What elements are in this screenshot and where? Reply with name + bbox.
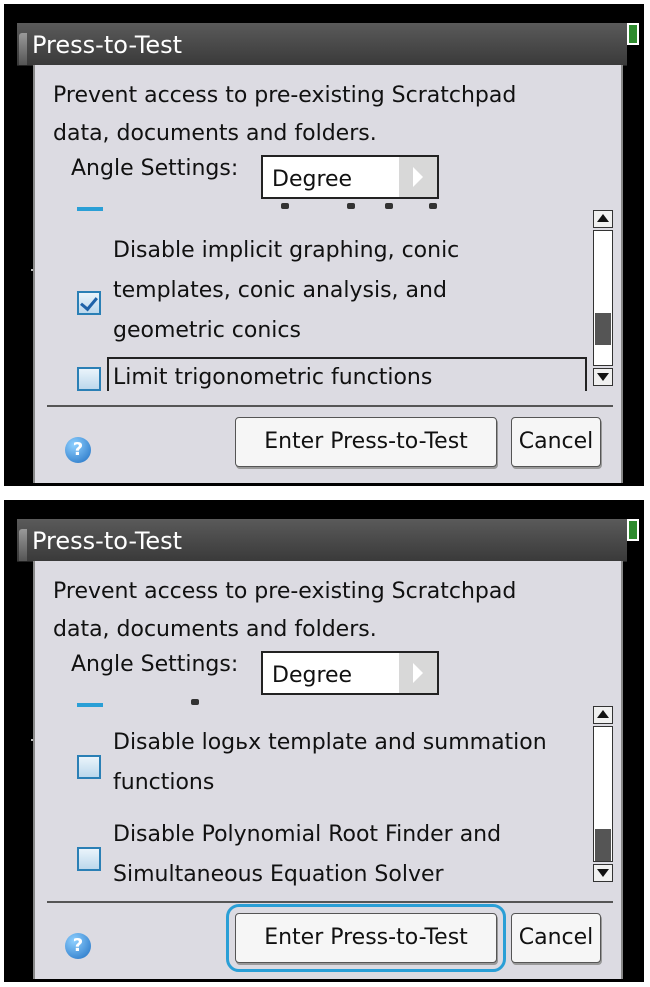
enter-press-to-test-button[interactable]: Enter Press-to-Test (226, 904, 506, 972)
scroll-track[interactable] (593, 726, 613, 862)
options-scrollbar[interactable] (593, 210, 613, 386)
angle-settings-select[interactable]: Degree (261, 651, 439, 695)
disable-polynomial-root-finder-label: Disable Polynomial Root Finder and Simul… (113, 822, 502, 887)
list-item-disable-implicit-graphing[interactable]: Disable implicit graphing, conic templat… (35, 231, 583, 355)
dialog-titlebar: Press-to-Test (17, 23, 627, 66)
scroll-track[interactable] (593, 230, 613, 366)
enter-press-to-test-button[interactable]: Enter Press-to-Test (235, 417, 497, 467)
scroll-thumb[interactable] (595, 313, 611, 345)
prevent-access-text: Prevent access to pre-existing Scratchpa… (53, 83, 517, 146)
arrow-up-icon (597, 710, 609, 718)
press-to-test-dialog: Prevent access to pre-existing Scratchpa… (33, 561, 623, 979)
angle-settings-label: Angle Settings: (71, 156, 239, 181)
window-tab-icon (19, 33, 27, 65)
scroll-thumb[interactable] (595, 829, 611, 861)
disable-polynomial-root-finder-checkbox[interactable] (77, 847, 101, 871)
screen-divider (0, 492, 650, 498)
limit-trig-functions-checkbox[interactable] (77, 367, 101, 391)
options-scrollbar[interactable] (593, 706, 613, 882)
partial-checkbox-above (77, 207, 103, 211)
angle-settings-value: Degree (272, 663, 353, 688)
disable-implicit-graphing-checkbox[interactable] (77, 291, 101, 315)
footer-separator (47, 405, 613, 407)
disable-implicit-graphing-label: Disable implicit graphing, conic templat… (113, 238, 460, 343)
arrow-down-icon (597, 373, 609, 381)
prevent-access-text: Prevent access to pre-existing Scratchpa… (53, 579, 517, 642)
press-to-test-screen-1: Press-to-Test Prevent access to pre-exis… (4, 4, 644, 486)
options-list[interactable]: Disable logьx template and summation fun… (35, 711, 625, 887)
options-list[interactable]: Disable implicit graphing, conic templat… (35, 215, 625, 391)
press-to-test-dialog: Prevent access to pre-existing Scratchpa… (33, 65, 623, 483)
footer-separator (47, 901, 613, 903)
arrow-down-icon (597, 869, 609, 877)
limit-trig-functions-label: Limit trigonometric functions (113, 365, 433, 390)
scroll-down-button[interactable] (593, 368, 613, 386)
angle-settings-value: Degree (272, 167, 353, 192)
battery-icon (627, 23, 639, 45)
list-item-limit-trig-functions[interactable]: Limit trigonometric functions (35, 355, 587, 391)
disable-logbx-template-label: Disable logьx template and summation fun… (113, 730, 547, 795)
cancel-button[interactable]: Cancel (511, 417, 601, 467)
help-icon[interactable]: ? (65, 437, 91, 463)
checkmark-icon (80, 292, 98, 312)
disable-logbx-template-checkbox[interactable] (77, 755, 101, 779)
angle-settings-select[interactable]: Degree (261, 155, 439, 199)
window-tab-icon (19, 529, 27, 561)
arrow-up-icon (597, 214, 609, 222)
help-icon[interactable]: ? (65, 933, 91, 959)
list-item-disable-polynomial-root-finder[interactable]: Disable Polynomial Root Finder and Simul… (35, 815, 583, 887)
select-arrow-icon[interactable] (399, 157, 437, 197)
press-to-test-screen-2: Press-to-Test Prevent access to pre-exis… (4, 500, 644, 982)
battery-icon (627, 519, 639, 541)
select-arrow-icon[interactable] (399, 653, 437, 693)
scroll-up-button[interactable] (593, 706, 613, 724)
angle-settings-label: Angle Settings: (71, 652, 239, 677)
list-item-disable-logbx-template[interactable]: Disable logьx template and summation fun… (35, 723, 583, 803)
dialog-title: Press-to-Test (32, 527, 183, 555)
partial-checkbox-above (77, 703, 103, 707)
scroll-up-button[interactable] (593, 210, 613, 228)
scroll-down-button[interactable] (593, 864, 613, 882)
cancel-button[interactable]: Cancel (511, 913, 601, 963)
dialog-title: Press-to-Test (32, 31, 183, 59)
dialog-titlebar: Press-to-Test (17, 519, 627, 562)
